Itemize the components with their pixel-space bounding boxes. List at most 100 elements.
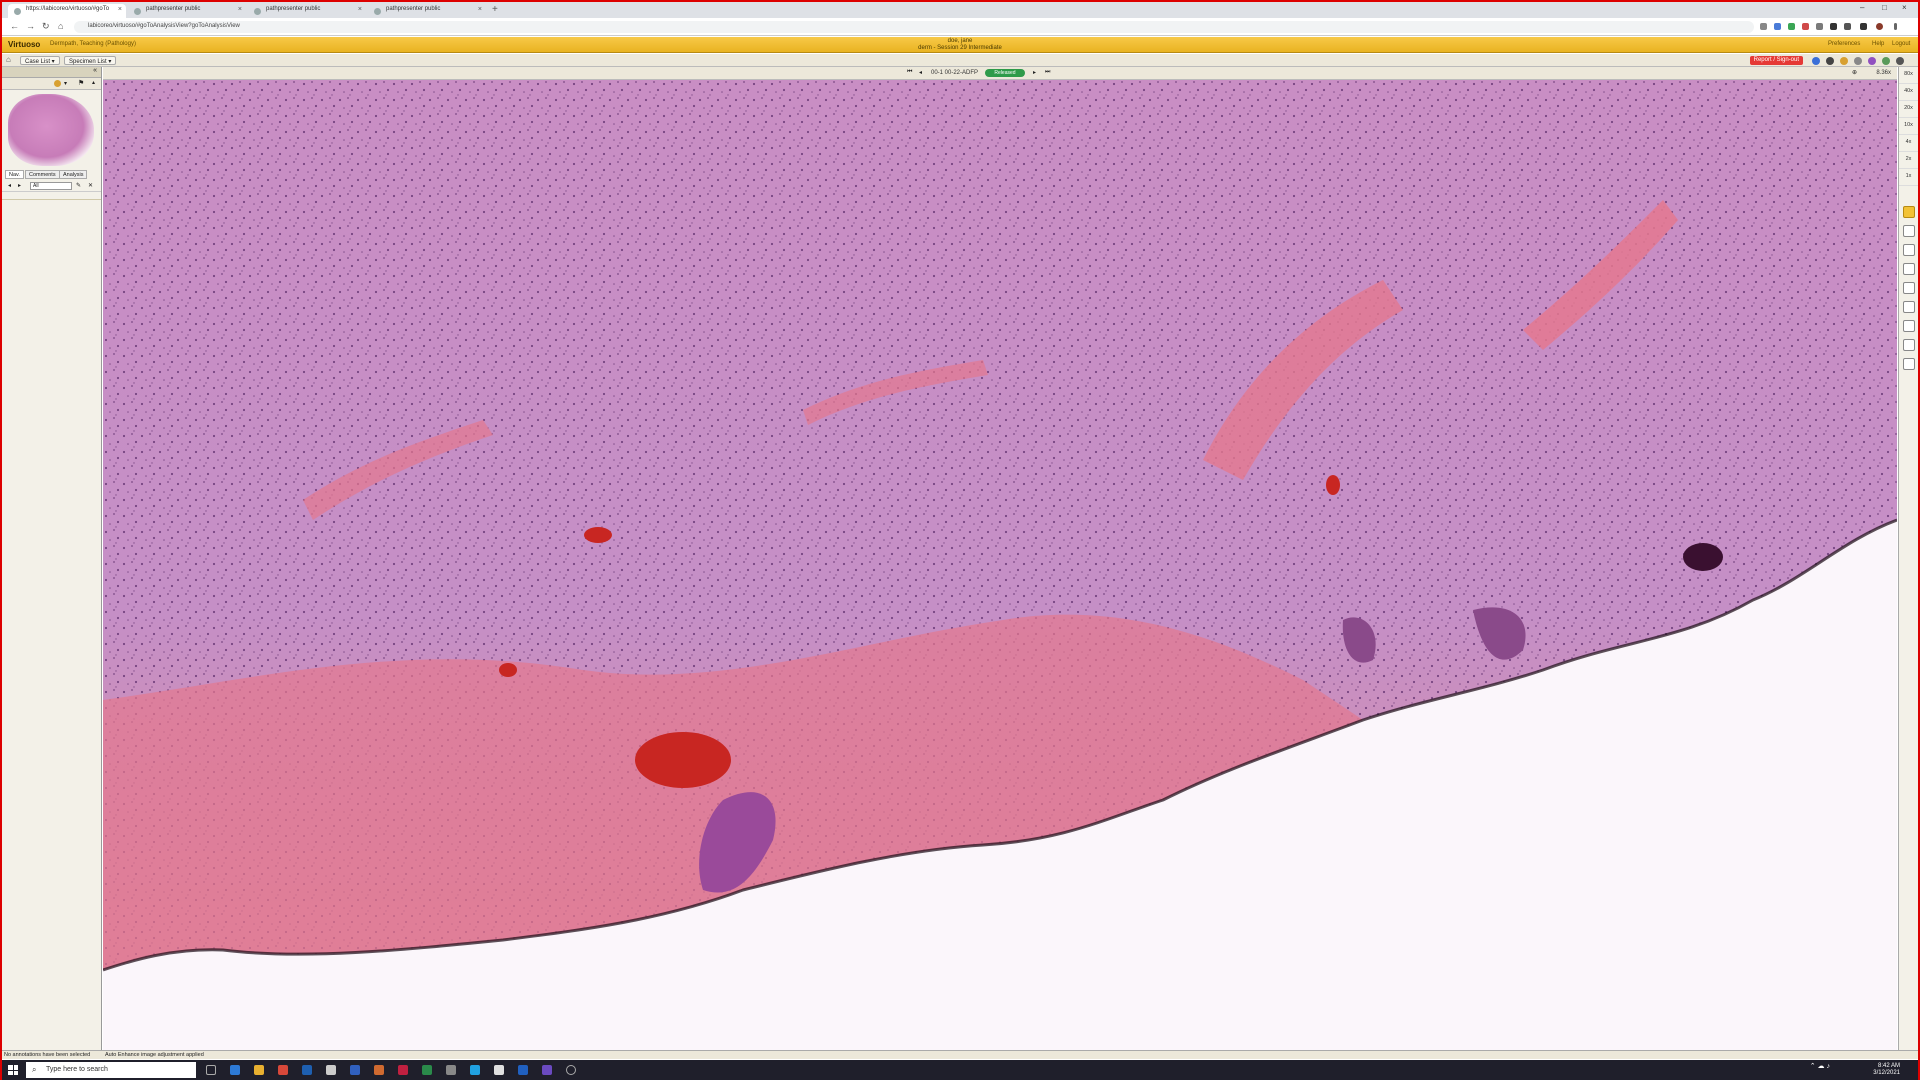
browser-tab-pathpresenter-3[interactable]: pathpresenter public × [368, 4, 486, 18]
grid-icon[interactable] [1882, 57, 1890, 65]
edit-icon[interactable]: ✎ [76, 182, 81, 189]
specimen-list-button[interactable]: Specimen List ▾ [64, 56, 117, 65]
ellipse-tool-icon[interactable] [1902, 339, 1915, 351]
dropdown-arrow-icon[interactable]: ▾ [64, 80, 67, 87]
preferences-link[interactable]: Preferences [1828, 41, 1860, 47]
next-slide-icon[interactable]: ▸ [1033, 69, 1036, 76]
collapse-panel-icon[interactable]: « [93, 67, 97, 74]
slide-viewer[interactable]: ⏮ ◂ 00-1 00-22-ADFP Released ▸ ⏭ ⊕ 8.36x [103, 67, 1897, 1050]
pan-tool-icon[interactable] [1902, 206, 1915, 218]
close-tab-icon[interactable]: × [478, 6, 482, 13]
collapse-up-icon[interactable]: ▴ [92, 79, 95, 86]
tab-comments[interactable]: Comments [25, 170, 60, 179]
file-explorer-icon[interactable] [254, 1065, 264, 1075]
star-icon[interactable] [1760, 23, 1767, 30]
reload-icon[interactable]: ↻ [42, 21, 50, 32]
case-list-button[interactable]: Case List ▾ [20, 56, 60, 65]
outlook-icon[interactable] [302, 1065, 312, 1075]
taskbar-search-input[interactable]: ⌕ Type here to search [26, 1062, 196, 1078]
annotation-filter-select[interactable]: All [30, 182, 72, 190]
settings-icon[interactable] [1854, 57, 1862, 65]
app-icon[interactable] [566, 1065, 576, 1075]
puzzle-icon[interactable] [1860, 23, 1867, 30]
app-icon[interactable] [446, 1065, 456, 1075]
layers-icon[interactable] [1868, 57, 1876, 65]
close-tab-icon[interactable]: × [238, 6, 242, 13]
app-icon[interactable] [398, 1065, 408, 1075]
edge-icon[interactable] [230, 1065, 240, 1075]
home-icon[interactable]: ⌂ [58, 21, 63, 31]
flag-icon[interactable]: ⚑ [78, 79, 84, 87]
app-icon[interactable] [350, 1065, 360, 1075]
new-tab-button[interactable]: + [492, 4, 498, 15]
clock[interactable]: 8:42 AM 3/12/2021 [1860, 1063, 1900, 1077]
zoom-40x-button[interactable]: 40x [1899, 84, 1918, 101]
magnify-tool-icon[interactable] [1902, 244, 1915, 256]
app-icon[interactable] [422, 1065, 432, 1075]
browser-tab-pathpresenter-1[interactable]: pathpresenter public × [128, 4, 246, 18]
back-icon[interactable]: ← [10, 21, 19, 31]
extension-icon[interactable] [1830, 23, 1837, 30]
extension-icon[interactable] [1802, 23, 1809, 30]
home-icon[interactable]: ⌂ [6, 55, 11, 64]
teams-icon[interactable] [542, 1065, 552, 1075]
rectangle-tool-icon[interactable] [1902, 225, 1915, 237]
tab-nav[interactable]: Nav. [5, 170, 24, 179]
menu-kebab-icon[interactable] [1894, 23, 1897, 30]
app-icon[interactable] [374, 1065, 384, 1075]
pen-tool-icon[interactable] [1902, 320, 1915, 332]
address-bar[interactable]: labicoreo/virtuoso/#goToAnalysisView?goT… [74, 21, 1754, 33]
extension-icon[interactable] [1816, 23, 1823, 30]
prev-slide-icon[interactable]: ◂ [919, 69, 922, 76]
freehand-tool-icon[interactable] [1902, 282, 1915, 294]
zoom-20x-button[interactable]: 20x [1899, 101, 1918, 118]
zoom-10x-button[interactable]: 10x [1899, 118, 1918, 135]
system-tray-icons[interactable]: ⌃ ☁ ♪ [1806, 1063, 1830, 1070]
app-icon[interactable] [494, 1065, 504, 1075]
extension-icon[interactable] [1788, 23, 1795, 30]
close-window-button[interactable]: × [1902, 3, 1907, 12]
viewer-status: Auto Enhance image adjustment applied [105, 1052, 204, 1058]
word-icon[interactable] [518, 1065, 528, 1075]
report-signout-button[interactable]: Report / Sign-out [1749, 56, 1803, 65]
browser-tab-virtuoso[interactable]: https://labicoreo/virtuoso/#goTo × [8, 4, 126, 18]
last-slide-icon[interactable]: ⏭ [1045, 69, 1050, 76]
close-tab-icon[interactable]: × [358, 6, 362, 13]
color-picker-icon[interactable] [54, 80, 61, 87]
prev-icon[interactable]: ◂ [8, 182, 11, 189]
zoom-2x-button[interactable]: 2x [1899, 152, 1918, 169]
next-icon[interactable]: ▸ [18, 182, 21, 189]
delete-icon[interactable]: ✕ [88, 182, 93, 189]
blood-vessel [1326, 475, 1340, 495]
camera-icon[interactable] [1826, 57, 1834, 65]
slide-thumbnail[interactable] [8, 94, 94, 166]
help-link[interactable]: Help [1872, 41, 1884, 47]
chrome-icon[interactable] [278, 1065, 288, 1075]
forward-icon[interactable]: → [26, 21, 35, 31]
close-tab-icon[interactable]: × [118, 6, 122, 13]
task-view-icon[interactable] [206, 1065, 216, 1075]
folder-icon[interactable] [1840, 57, 1848, 65]
minimize-button[interactable]: – [1860, 3, 1864, 12]
note-tool-icon[interactable] [1902, 358, 1915, 370]
measure-tool-icon[interactable] [1902, 263, 1915, 275]
profile-avatar[interactable] [1876, 23, 1883, 30]
blood-vessel [635, 732, 731, 788]
info-icon[interactable] [1812, 57, 1820, 65]
logout-link[interactable]: Logout [1892, 41, 1910, 47]
windows-start-icon[interactable] [8, 1065, 18, 1075]
maximize-button[interactable]: □ [1882, 3, 1887, 12]
app-icon[interactable] [326, 1065, 336, 1075]
extension-icon[interactable] [1844, 23, 1851, 30]
first-slide-icon[interactable]: ⏮ [907, 69, 912, 76]
zoom-4x-button[interactable]: 4x [1899, 135, 1918, 152]
ruler-tool-icon[interactable] [1902, 301, 1915, 313]
zoom-1x-button[interactable]: 1x [1899, 169, 1918, 186]
skype-icon[interactable] [470, 1065, 480, 1075]
search-icon[interactable] [1896, 57, 1904, 65]
browser-tab-pathpresenter-2[interactable]: pathpresenter public × [248, 4, 366, 18]
extension-icon[interactable] [1774, 23, 1781, 30]
tissue-image[interactable] [103, 80, 1897, 1050]
tab-analysis[interactable]: Analysis [59, 170, 88, 179]
zoom-80x-button[interactable]: 80x [1899, 67, 1918, 84]
